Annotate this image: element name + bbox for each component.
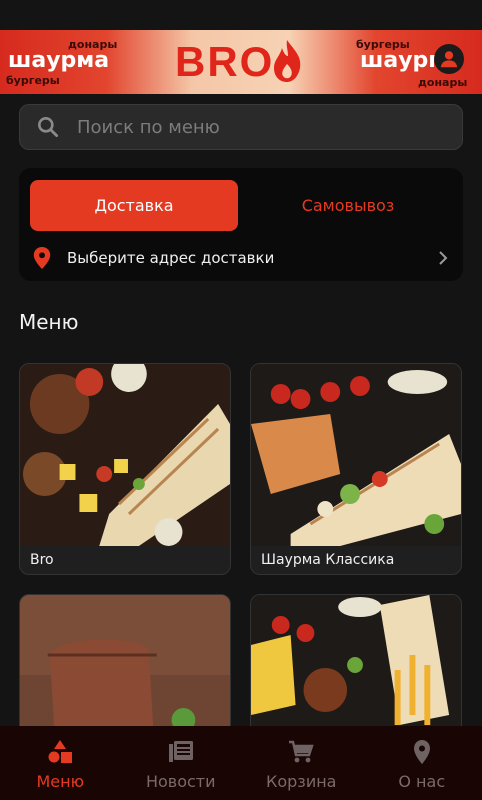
nav-label: О нас <box>398 772 446 791</box>
search-bar[interactable] <box>19 104 463 150</box>
menu-item-name: Шаурма Классика <box>261 552 395 568</box>
tab-pickup[interactable]: Самовывоз <box>244 180 452 231</box>
location-icon <box>413 740 430 764</box>
flame-icon <box>274 40 301 82</box>
bottom-navigation: Меню Новости Корзина О нас <box>0 726 482 800</box>
menu-section-title: Меню <box>19 310 79 334</box>
menu-item-name: Bro <box>30 552 54 568</box>
location-pin-icon <box>33 247 51 269</box>
nav-item-news[interactable]: Новости <box>121 726 242 800</box>
brand-logo: BRO <box>175 38 275 85</box>
search-input[interactable] <box>77 116 437 138</box>
chevron-right-icon <box>439 251 448 265</box>
banner-text: шаурма <box>8 48 110 73</box>
news-icon <box>168 741 193 762</box>
menu-item-image <box>251 364 461 546</box>
menu-item-card[interactable]: Bro <box>19 363 231 575</box>
address-selector[interactable]: Выберите адрес доставки <box>31 244 451 272</box>
cart-icon <box>289 740 314 763</box>
search-icon <box>38 117 59 138</box>
nav-label: Корзина <box>266 772 337 791</box>
nav-label: Меню <box>36 772 85 791</box>
nav-label: Новости <box>145 772 216 791</box>
tab-delivery[interactable]: Доставка <box>30 180 238 231</box>
user-icon <box>440 51 458 68</box>
nav-item-cart[interactable]: Корзина <box>241 726 362 800</box>
promo-banner[interactable]: донары шаурма бургеры BRO бургеры шаурма… <box>0 30 482 94</box>
menu-shapes-icon <box>48 740 73 763</box>
menu-item-image <box>20 364 230 546</box>
menu-item-card[interactable]: Шаурма Классика <box>250 363 462 575</box>
banner-text: донары <box>418 76 468 89</box>
nav-item-menu[interactable]: Меню <box>0 726 121 800</box>
profile-avatar[interactable] <box>434 44 464 74</box>
address-prompt: Выберите адрес доставки <box>67 249 275 267</box>
nav-item-about[interactable]: О нас <box>362 726 482 800</box>
status-bar <box>0 0 482 30</box>
delivery-options: Доставка Самовывоз Выберите адрес достав… <box>19 168 463 281</box>
banner-text: бургеры <box>6 74 60 87</box>
